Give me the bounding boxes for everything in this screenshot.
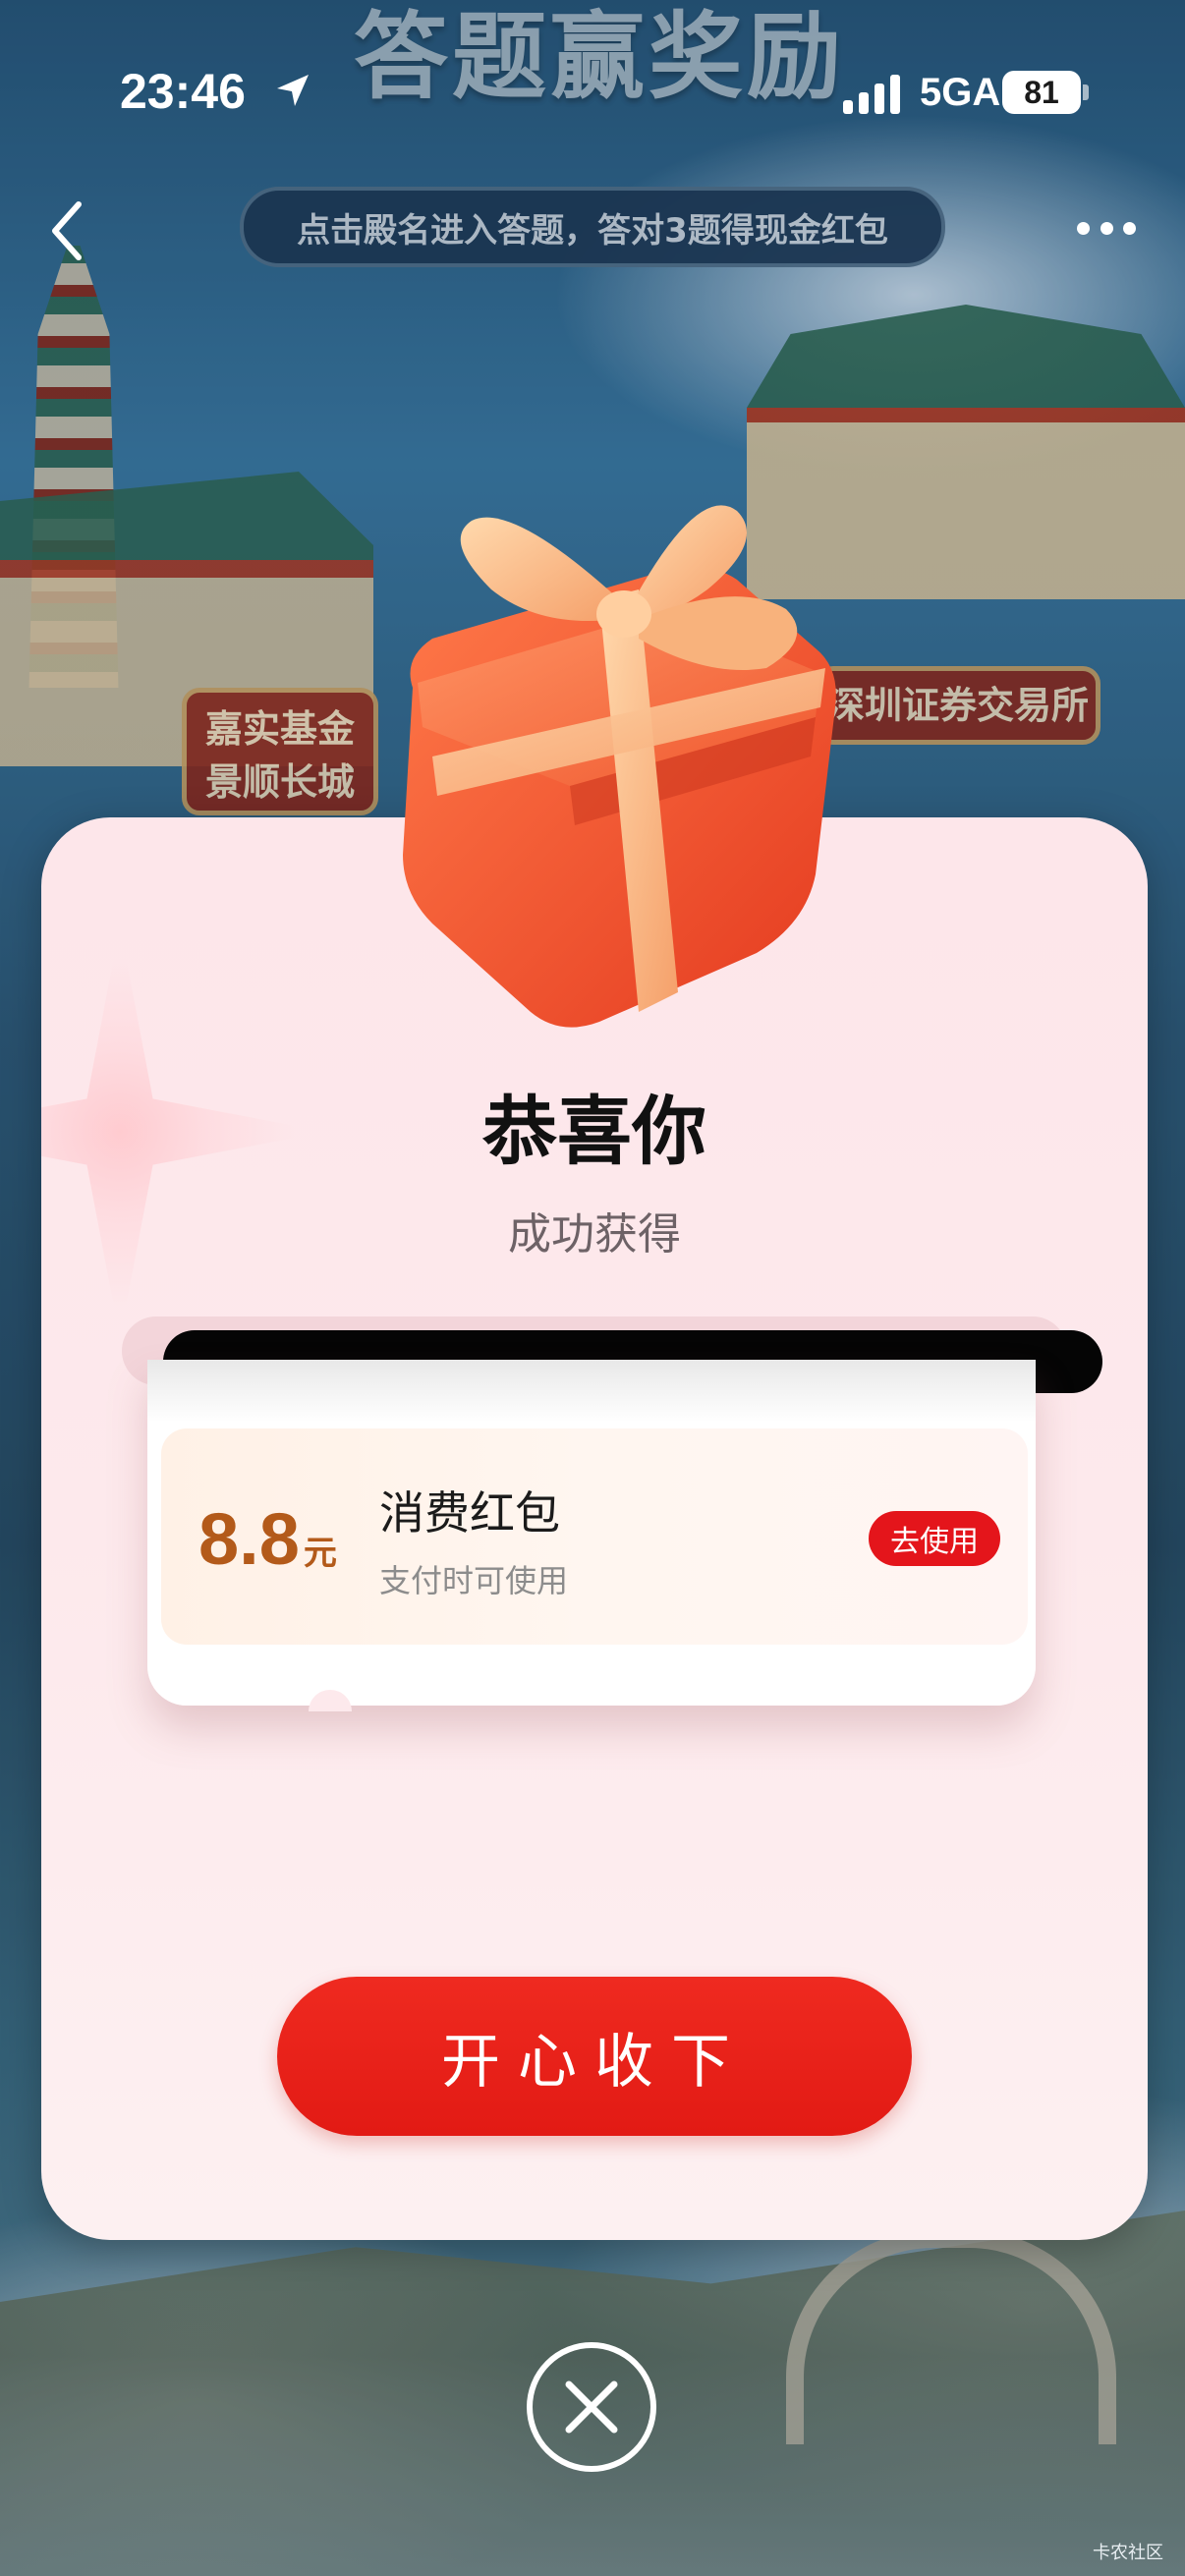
coupon-amount: 8.8 元 (198, 1497, 337, 1581)
battery-cap (1083, 84, 1089, 100)
back-icon[interactable] (43, 196, 92, 265)
use-coupon-button[interactable]: 去使用 (869, 1511, 1000, 1566)
coupon-amount-value: 8.8 (198, 1498, 300, 1580)
accept-button[interactable]: 开心收下 (277, 1977, 912, 2136)
status-bar: 23:46 5GA 81 (0, 0, 1185, 187)
status-time: 23:46 (120, 64, 246, 119)
coupon-name: 消费红包 (379, 1486, 560, 1540)
close-button[interactable] (527, 2342, 656, 2472)
dialog-title: 恭喜你 (482, 1088, 706, 1175)
battery-icon: 81 (1002, 71, 1081, 114)
coupon-amount-unit: 元 (303, 1535, 337, 1572)
battery-level: 81 (1024, 74, 1059, 110)
coupon-description: 支付时可使用 (379, 1562, 569, 1599)
more-options-icon[interactable] (1077, 218, 1136, 238)
gift-box-icon (403, 505, 836, 1028)
network-type: 5GA (920, 71, 1001, 114)
watermark: 卡农社区 (1093, 2543, 1163, 2563)
dialog-subtitle: 成功获得 (508, 1209, 681, 1260)
location-arrow-icon (277, 75, 309, 106)
signal-icon (843, 75, 900, 114)
close-icon (565, 2380, 618, 2434)
